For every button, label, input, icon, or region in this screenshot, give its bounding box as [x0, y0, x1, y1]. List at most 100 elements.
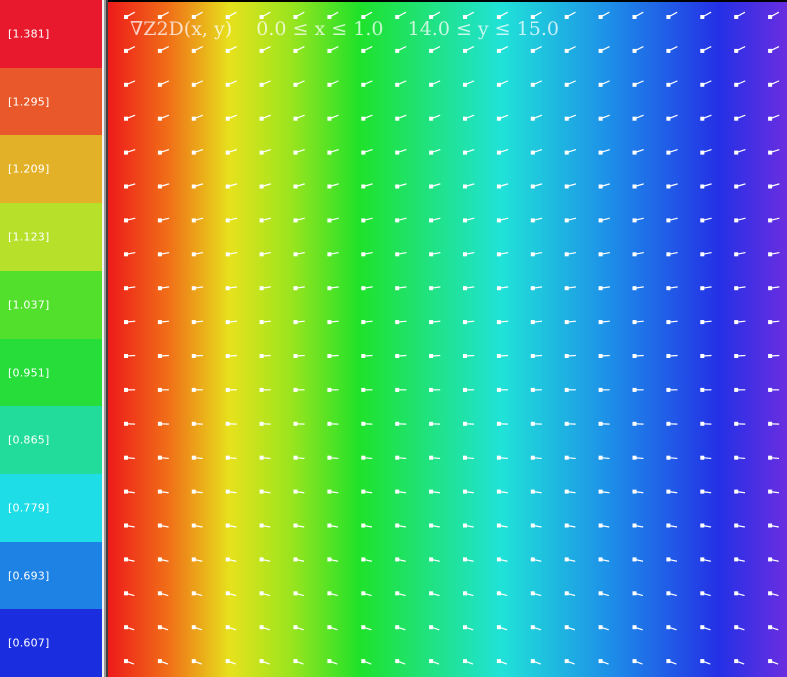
vector-arrow-base [496, 252, 501, 257]
vector-arrow-base [157, 116, 162, 121]
vector-arrow-base [327, 659, 332, 664]
vector-arrow-base [225, 421, 230, 426]
vector-arrow-base [700, 489, 705, 494]
vector-arrow-base [259, 184, 264, 189]
vector-arrow-base [496, 659, 501, 664]
vector-arrow-base [395, 82, 400, 87]
vector-arrow-base [429, 218, 434, 223]
vector-arrow-base [259, 591, 264, 596]
vector-arrow-base [191, 523, 196, 528]
vector-arrow-base [259, 659, 264, 664]
legend-swatch: [1.037] [0, 270, 102, 339]
vector-arrow-base [124, 421, 128, 426]
vector-arrow-base [429, 116, 434, 121]
vector-arrow-base [361, 659, 366, 664]
vector-arrow-base [191, 320, 196, 325]
vector-arrow-base [666, 286, 671, 291]
vector-arrow-base [429, 184, 434, 189]
vector-arrow-base [124, 354, 128, 358]
vector-arrow-base [225, 320, 230, 325]
color-legend: [1.381] [1.295] [1.209] [1.123] [1.037] [0.95… [0, 0, 102, 677]
vector-arrow-base [598, 557, 603, 562]
vector-arrow-base [293, 252, 298, 257]
vector-arrow-base [124, 455, 128, 460]
vector-arrow-base [429, 354, 434, 358]
vector-arrow-base [632, 523, 637, 528]
legend-label: [0.865] [8, 433, 50, 447]
vector-arrow-base [598, 218, 603, 223]
legend-swatch: [0.951] [0, 338, 102, 407]
vector-arrow-base [632, 286, 637, 291]
vector-arrow-base [361, 184, 366, 189]
vector-arrow-base [598, 150, 603, 155]
vector-arrow-base [361, 387, 366, 392]
vector-arrow-base [259, 82, 264, 87]
vector-arrow-base [259, 218, 264, 223]
vector-arrow-base [598, 252, 603, 257]
vector-arrow-base [327, 557, 332, 562]
vector-arrow-base [700, 421, 705, 426]
vector-arrow-base [496, 150, 501, 155]
vector-arrow-base [496, 557, 501, 562]
vector-arrow-base [361, 218, 366, 223]
vector-arrow-base [225, 82, 230, 87]
vector-arrow-base [124, 116, 128, 121]
vector-arrow-base [191, 82, 196, 87]
vector-arrow-base [530, 48, 535, 53]
vector-arrow-base [191, 48, 196, 53]
vector-arrow-base [463, 286, 467, 291]
vector-arrow-base [666, 82, 671, 87]
legend-label: [1.295] [8, 95, 50, 109]
vector-arrow-base [768, 354, 773, 358]
vector-arrow-base [666, 523, 671, 528]
vector-arrow-base [361, 591, 366, 596]
vector-arrow-base [157, 387, 162, 392]
legend-label: [1.209] [8, 162, 50, 176]
vector-arrow-base [124, 591, 128, 596]
vector-arrow-base [225, 625, 230, 630]
legend-swatch: [1.209] [0, 135, 102, 204]
vector-arrow-base [700, 591, 705, 596]
vector-arrow-base [293, 625, 298, 630]
vector-arrow-base [293, 286, 298, 291]
vector-arrow-base [530, 387, 535, 392]
vector-arrow-base [530, 354, 535, 358]
vector-arrow-base [496, 625, 501, 630]
vector-arrow-base [530, 557, 535, 562]
vector-arrow-base [463, 252, 467, 257]
vector-arrow-base [666, 116, 671, 121]
vector-arrow-base [632, 184, 637, 189]
vector-arrow-base [666, 659, 671, 664]
vector-arrow-base [598, 116, 603, 121]
vector-arrow-base [327, 184, 332, 189]
vector-arrow-base [157, 421, 162, 426]
vector-arrow-base [700, 557, 705, 562]
vector-arrow-base [632, 218, 637, 223]
vector-arrow-base [327, 489, 332, 494]
vector-arrow-base [429, 387, 434, 392]
vector-arrow-base [666, 252, 671, 257]
vector-arrow-base [157, 489, 162, 494]
legend-swatch: [0.607] [0, 609, 102, 677]
vector-arrow-base [157, 286, 162, 291]
vector-arrow-base [700, 82, 705, 87]
vector-arrow-base [361, 557, 366, 562]
vector-arrow-base [734, 354, 739, 358]
vector-arrow-base [734, 15, 739, 19]
vector-arrow-base [361, 286, 366, 291]
vector-arrow-base [293, 523, 298, 528]
vector-arrow-base [361, 150, 366, 155]
vector-arrow-base [191, 421, 196, 426]
vector-arrow-base [666, 184, 671, 189]
vector-arrow-base [530, 218, 535, 223]
vector-arrow-base [327, 625, 332, 630]
vector-field-plot [108, 0, 787, 677]
vector-arrow-base [293, 320, 298, 325]
vector-arrow-base [632, 82, 637, 87]
vector-arrow-base [327, 286, 332, 291]
vector-arrow-base [225, 489, 230, 494]
vector-arrow-base [361, 489, 366, 494]
vector-arrow-base [564, 387, 569, 392]
vector-arrow-base [530, 150, 535, 155]
gradient-field [108, 0, 787, 677]
